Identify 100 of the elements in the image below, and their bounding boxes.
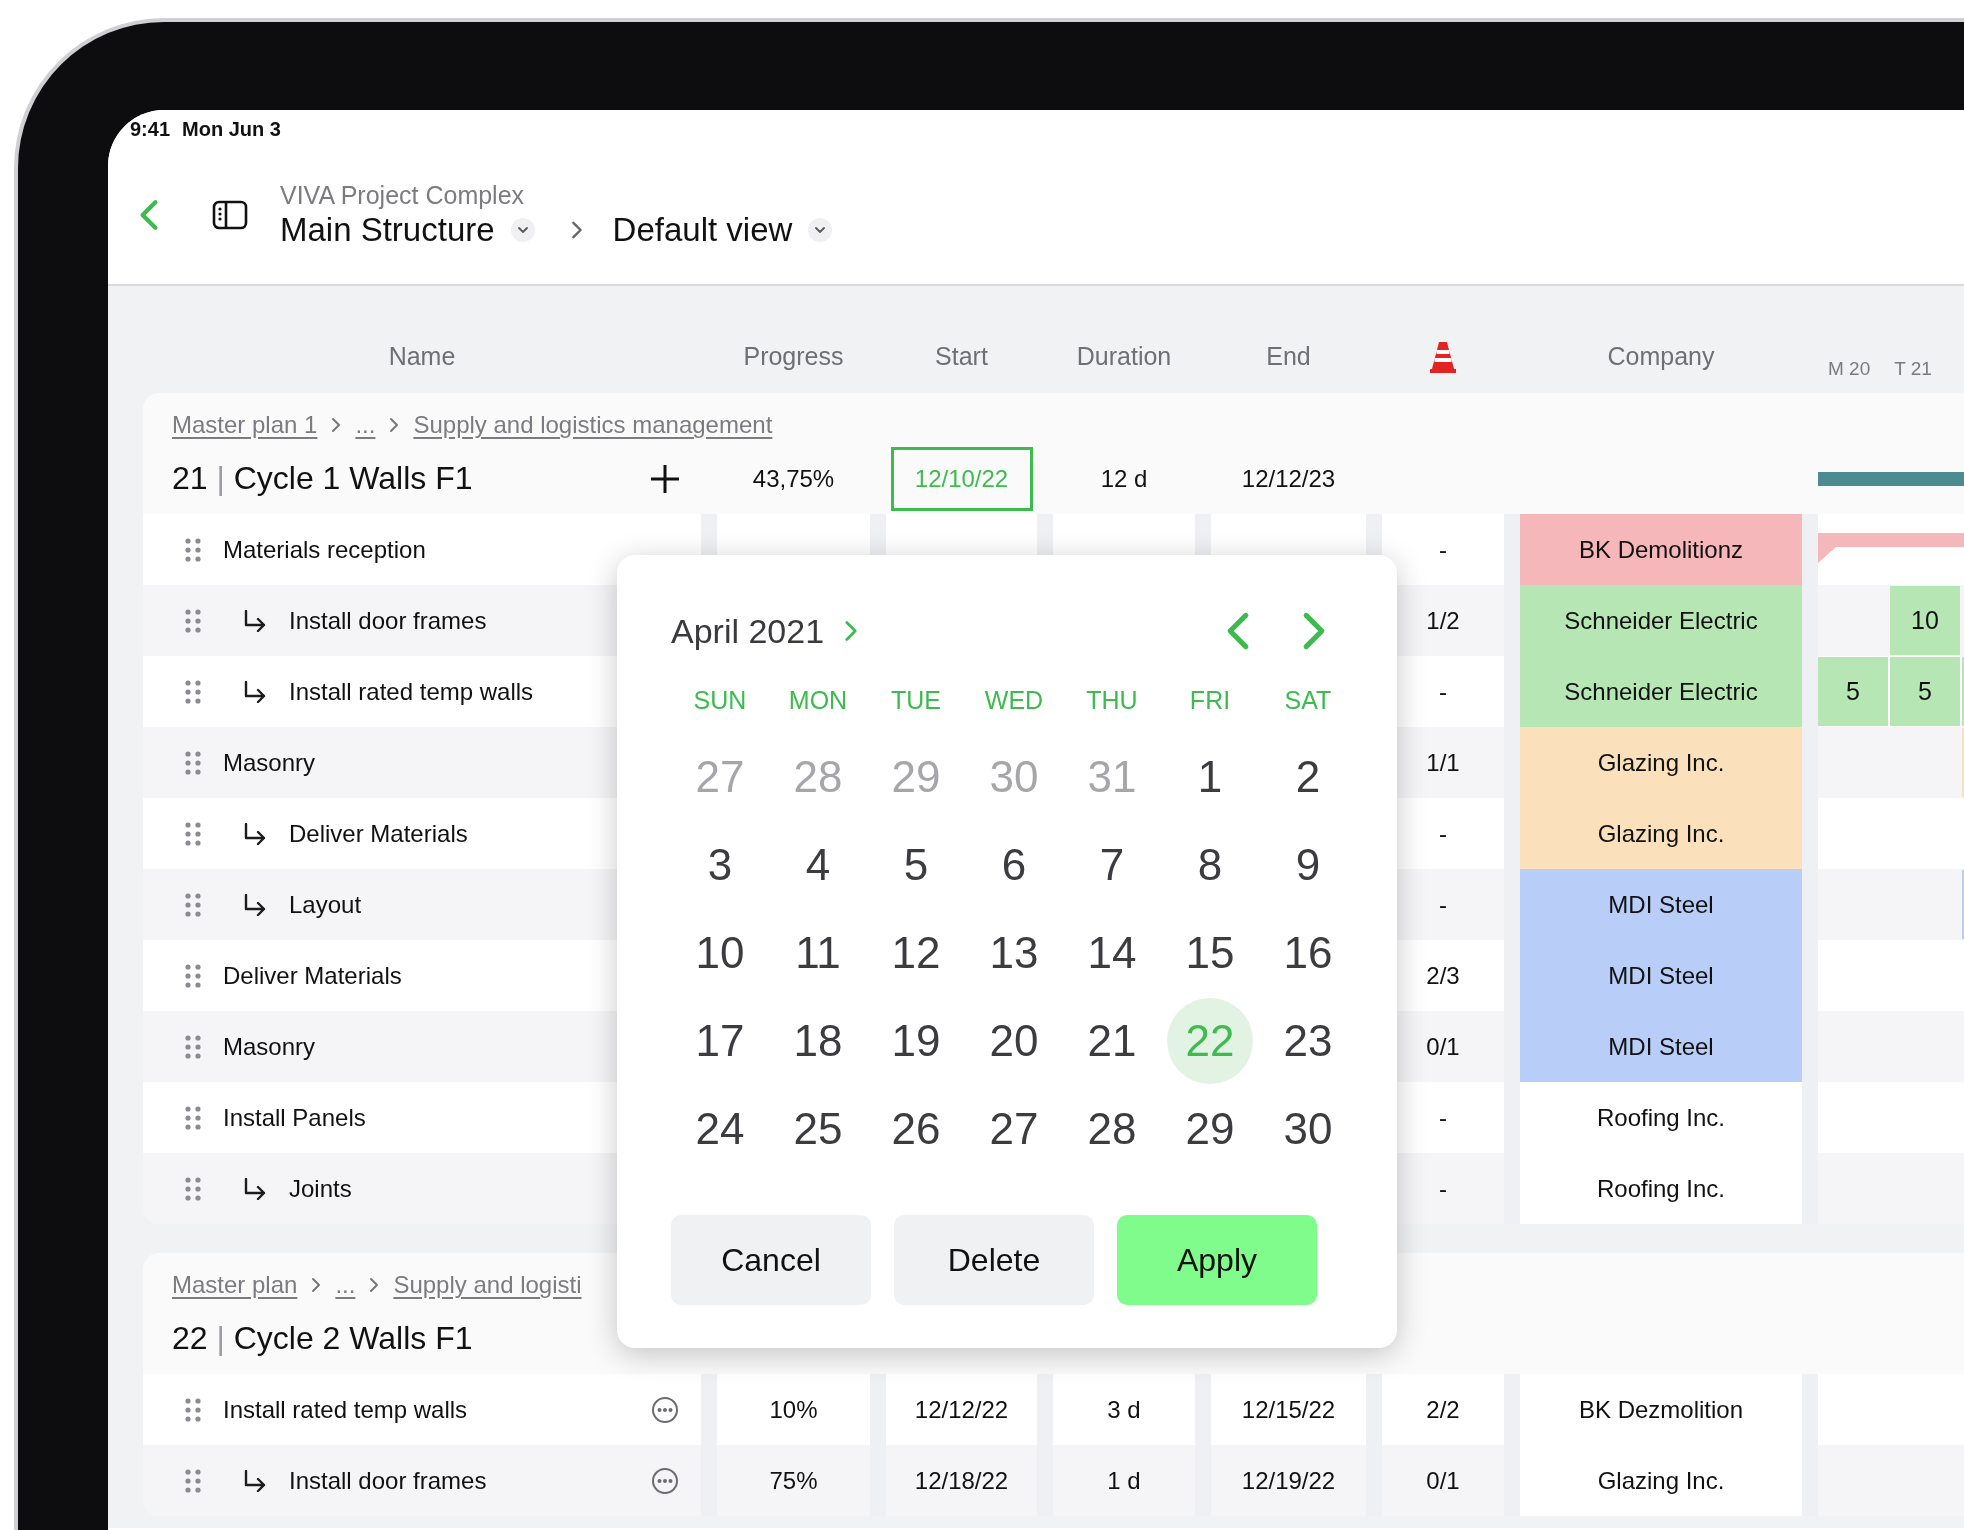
column-header: Progress: [743, 342, 844, 371]
calendar-day[interactable]: 21: [1087, 1016, 1137, 1066]
subtask-arrow-icon: [243, 1469, 267, 1492]
subtask-arrow-icon: [243, 1177, 267, 1200]
company-cell: Roofing Inc.: [1520, 1082, 1802, 1153]
calendar-day[interactable]: 25: [793, 1104, 843, 1154]
subtask-arrow-icon: [243, 609, 267, 632]
breadcrumb-link[interactable]: ...: [335, 1271, 356, 1299]
calendar-day[interactable]: 12: [891, 928, 941, 978]
company-cell: Schneider Electric: [1520, 585, 1802, 656]
breadcrumb-link[interactable]: Master plan 1: [172, 411, 318, 439]
traffic-cone-icon: [1430, 340, 1456, 373]
end-date-cell: 12/19/22: [1211, 1445, 1366, 1516]
drag-handle-icon[interactable]: [185, 1105, 201, 1130]
drag-handle-icon[interactable]: [185, 537, 201, 562]
calendar-day[interactable]: 23: [1283, 1016, 1333, 1066]
drag-handle-icon[interactable]: [185, 821, 201, 846]
more-icon[interactable]: [651, 1395, 679, 1424]
breadcrumb-link[interactable]: ...: [355, 411, 376, 439]
calendar-day[interactable]: 6: [1001, 840, 1027, 890]
progress-cell: 75%: [717, 1445, 870, 1516]
calendar-day[interactable]: 28: [1087, 1104, 1137, 1154]
calendar-day[interactable]: 9: [1295, 840, 1321, 890]
schedule-cell: 10: [1890, 586, 1960, 655]
duration-cell: 3 d: [1053, 1374, 1195, 1445]
drag-handle-icon[interactable]: [185, 1468, 201, 1493]
drag-handle-icon[interactable]: [185, 608, 201, 633]
subtask-arrow-icon: [243, 680, 267, 703]
calendar-day[interactable]: 17: [695, 1016, 745, 1066]
task-name: Materials reception: [223, 535, 426, 564]
task-name: Install door frames: [289, 606, 487, 635]
task-name: Layout: [289, 890, 362, 919]
back-icon[interactable]: [138, 198, 160, 232]
breadcrumb-chevron-icon: [570, 220, 583, 240]
calendar-day[interactable]: 8: [1197, 840, 1223, 890]
calendar-day[interactable]: 30: [1283, 1104, 1333, 1154]
constraint-cell: 0/1: [1382, 1445, 1504, 1516]
task-name: Deliver Materials: [289, 819, 468, 848]
progress-cell: 10%: [717, 1374, 870, 1445]
weekday-label: TUE: [890, 685, 942, 716]
weekday-label: MON: [787, 685, 849, 716]
calendar-day[interactable]: 10: [695, 928, 745, 978]
calendar-day[interactable]: 24: [695, 1104, 745, 1154]
subtask-arrow-icon: [243, 893, 267, 916]
view-selector[interactable]: Default view: [612, 210, 793, 250]
company-cell: BK Demolitionz: [1520, 514, 1802, 585]
calendar-day[interactable]: 29: [1185, 1104, 1235, 1154]
calendar-day[interactable]: 19: [891, 1016, 941, 1066]
breadcrumb-link[interactable]: Master plan: [172, 1271, 298, 1299]
drag-handle-icon[interactable]: [185, 963, 201, 988]
calendar-day[interactable]: 11: [795, 928, 841, 978]
breadcrumb-link[interactable]: Supply and logisti: [393, 1271, 582, 1299]
dialog-button[interactable]: Delete: [894, 1215, 1094, 1305]
drag-handle-icon[interactable]: [185, 1397, 201, 1422]
weekday-label: THU: [1085, 685, 1139, 716]
constraint-cell: -: [1382, 514, 1504, 585]
calendar-day[interactable]: 26: [891, 1104, 941, 1154]
drag-handle-icon[interactable]: [185, 1034, 201, 1059]
sidebar-toggle-icon[interactable]: [212, 200, 248, 230]
structure-selector[interactable]: Main Structure: [280, 210, 495, 250]
progress-value: 43,75%: [752, 464, 835, 493]
calendar-day[interactable]: 3: [707, 840, 733, 890]
calendar-day[interactable]: 7: [1099, 840, 1125, 890]
drag-handle-icon[interactable]: [185, 892, 201, 917]
dropdown-icon[interactable]: [510, 218, 535, 242]
dropdown-icon[interactable]: [808, 218, 833, 242]
status-time: 9:41: [130, 118, 171, 142]
drag-handle-icon[interactable]: [185, 1176, 201, 1201]
constraint-cell: 2/2: [1382, 1374, 1504, 1445]
schedule-cell: 5: [1890, 657, 1960, 726]
calendar-day[interactable]: 14: [1087, 928, 1137, 978]
company-cell: MDI Steel: [1520, 869, 1802, 940]
apply-button[interactable]: Apply: [1117, 1215, 1317, 1305]
project-name: VIVA Project Complex: [280, 180, 526, 210]
calendar-day[interactable]: 4: [805, 840, 831, 890]
calendar-day[interactable]: 13: [989, 928, 1039, 978]
calendar-day[interactable]: 27: [989, 1104, 1039, 1154]
month-title[interactable]: April 2021: [671, 611, 825, 651]
calendar-day[interactable]: 15: [1185, 928, 1235, 978]
add-icon[interactable]: [649, 462, 681, 495]
calendar-day[interactable]: 5: [903, 840, 929, 890]
more-icon[interactable]: [651, 1466, 679, 1495]
task-name: Masonry: [223, 748, 316, 777]
column-header: Name: [388, 342, 456, 371]
subtask-arrow-icon: [243, 822, 267, 845]
calendar-day[interactable]: 2: [1295, 752, 1321, 802]
calendar-day[interactable]: 18: [793, 1016, 843, 1066]
task-name: Install Panels: [223, 1103, 366, 1132]
calendar-day[interactable]: 20: [989, 1016, 1039, 1066]
group-title: 21 | Cycle 1 Walls F1: [172, 460, 473, 497]
drag-handle-icon[interactable]: [185, 679, 201, 704]
drag-handle-icon[interactable]: [185, 750, 201, 775]
dialog-button[interactable]: Cancel: [671, 1215, 871, 1305]
breadcrumb-link[interactable]: Supply and logistics management: [413, 411, 773, 439]
breadcrumb-chevron-icon: [331, 416, 342, 434]
calendar-day[interactable]: 1: [1197, 752, 1223, 802]
company-cell: Glazing Inc.: [1520, 1445, 1802, 1516]
column-header: End: [1266, 342, 1311, 371]
calendar-day[interactable]: 16: [1283, 928, 1333, 978]
column-header: Company: [1607, 342, 1715, 371]
